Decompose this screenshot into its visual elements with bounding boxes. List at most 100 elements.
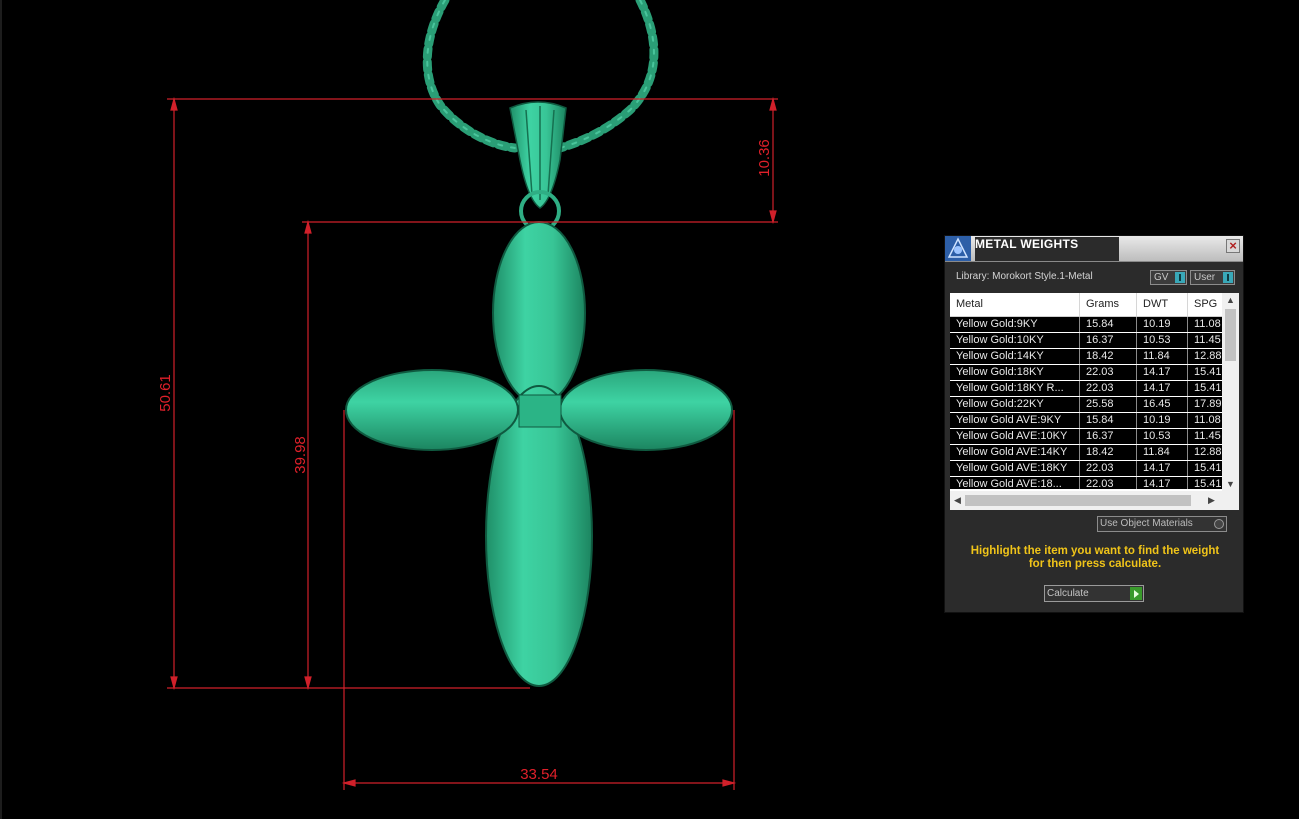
scroll-down-icon[interactable]: ▼ bbox=[1226, 479, 1235, 489]
instruction-text: Highlight the item you want to find the … bbox=[955, 545, 1235, 571]
cell-metal: Yellow Gold:9KY bbox=[950, 317, 1080, 332]
column-header-dwt[interactable]: DWT bbox=[1137, 293, 1188, 316]
table-row[interactable]: Yellow Gold:18KY R... 22.03 14.17 15.41 bbox=[950, 381, 1222, 396]
panel-titlebar[interactable]: METAL WEIGHTS × bbox=[945, 236, 1243, 262]
petal-left bbox=[345, 369, 519, 451]
radio-icon bbox=[1214, 519, 1224, 529]
cell-metal: Yellow Gold AVE:9KY bbox=[950, 413, 1080, 428]
use-object-materials-toggle[interactable]: Use Object Materials bbox=[1097, 516, 1227, 532]
cross-center bbox=[518, 394, 562, 428]
cell-metal: Yellow Gold:22KY bbox=[950, 397, 1080, 412]
cell-dwt: 10.53 bbox=[1137, 333, 1188, 348]
cell-dwt: 11.84 bbox=[1137, 349, 1188, 364]
cell-dwt: 14.17 bbox=[1137, 477, 1188, 489]
dimension-total-height: 50.61 bbox=[157, 374, 174, 412]
scroll-thumb[interactable] bbox=[1225, 309, 1236, 361]
cell-metal: Yellow Gold:18KY R... bbox=[950, 381, 1080, 396]
cell-metal: Yellow Gold AVE:18KY bbox=[950, 461, 1080, 476]
cell-spg: 11.45 bbox=[1194, 430, 1221, 442]
close-icon[interactable]: × bbox=[1226, 239, 1240, 253]
column-header-spg[interactable]: SPG bbox=[1188, 293, 1222, 316]
table-row[interactable]: Yellow Gold:10KY 16.37 10.53 11.45 bbox=[950, 333, 1222, 348]
cell-grams: 15.84 bbox=[1080, 413, 1137, 428]
dimension-body-height: 39.98 bbox=[292, 436, 309, 474]
table-body: Yellow Gold:9KY 15.84 10.19 11.08 Yellow Go… bbox=[950, 317, 1222, 489]
cell-spg: 15.41 bbox=[1194, 478, 1222, 489]
horizontal-scrollbar[interactable]: ◀ ▶ bbox=[950, 491, 1239, 510]
cell-spg: 11.45 bbox=[1194, 334, 1221, 346]
cell-spg: 11.08 bbox=[1194, 318, 1221, 330]
table-row[interactable]: Yellow Gold AVE:10KY 16.37 10.53 11.45 bbox=[950, 429, 1222, 444]
cell-dwt: 16.45 bbox=[1137, 397, 1188, 412]
cell-grams: 22.03 bbox=[1080, 381, 1137, 396]
table-row[interactable]: Yellow Gold AVE:18... 22.03 14.17 15.41 bbox=[950, 477, 1222, 489]
cell-metal: Yellow Gold AVE:18... bbox=[950, 477, 1080, 489]
instruction-line-2: for then press calculate. bbox=[1028, 558, 1162, 570]
cell-spg: 12.88 bbox=[1194, 350, 1222, 362]
table-row[interactable]: Yellow Gold:18KY 22.03 14.17 15.41 bbox=[950, 365, 1222, 380]
cell-grams: 16.37 bbox=[1080, 429, 1137, 444]
gv-toggle[interactable]: GV bbox=[1150, 270, 1187, 285]
library-label: Library: Morokort Style.1-Metal bbox=[956, 271, 1093, 282]
cell-spg: 15.41 bbox=[1194, 366, 1222, 378]
cell-dwt: 14.17 bbox=[1137, 365, 1188, 380]
table-row[interactable]: Yellow Gold AVE:18KY 22.03 14.17 15.41 bbox=[950, 461, 1222, 476]
cell-grams: 25.58 bbox=[1080, 397, 1137, 412]
cell-spg: 17.89 bbox=[1194, 398, 1222, 410]
use-object-materials-label: Use Object Materials bbox=[1100, 518, 1193, 529]
petal-right bbox=[559, 369, 733, 451]
toggle-switch-icon bbox=[1175, 272, 1185, 283]
play-icon bbox=[1130, 587, 1142, 600]
toggle-switch-icon bbox=[1223, 272, 1233, 283]
calculate-button[interactable]: Calculate bbox=[1044, 585, 1144, 602]
cell-dwt: 11.84 bbox=[1137, 445, 1188, 460]
cell-spg: 15.41 bbox=[1194, 382, 1222, 394]
cell-metal: Yellow Gold AVE:14KY bbox=[950, 445, 1080, 460]
cell-spg: 11.08 bbox=[1194, 414, 1221, 426]
app-logo-icon bbox=[945, 236, 971, 261]
table-row[interactable]: Yellow Gold AVE:9KY 15.84 10.19 11.08 bbox=[950, 413, 1222, 428]
column-header-metal[interactable]: Metal bbox=[950, 293, 1080, 316]
cell-grams: 18.42 bbox=[1080, 349, 1137, 364]
table-header: Metal Grams DWT SPG bbox=[950, 293, 1222, 317]
gv-toggle-label: GV bbox=[1154, 272, 1169, 283]
cell-dwt: 14.17 bbox=[1137, 461, 1188, 476]
scroll-thumb[interactable] bbox=[965, 495, 1191, 506]
cell-grams: 22.03 bbox=[1080, 461, 1137, 476]
dimension-width: 33.54 bbox=[520, 766, 558, 783]
cell-spg: 12.88 bbox=[1194, 446, 1222, 458]
instruction-line-1: Highlight the item you want to find the … bbox=[970, 545, 1220, 557]
cell-metal: Yellow Gold AVE:10KY bbox=[950, 429, 1080, 444]
scroll-up-icon[interactable]: ▲ bbox=[1226, 295, 1235, 305]
petal-top bbox=[492, 221, 586, 405]
cell-metal: Yellow Gold:10KY bbox=[950, 333, 1080, 348]
cell-grams: 18.42 bbox=[1080, 445, 1137, 460]
user-toggle-label: User bbox=[1194, 272, 1216, 283]
cell-grams: 22.03 bbox=[1080, 365, 1137, 380]
cell-dwt: 14.17 bbox=[1137, 381, 1188, 396]
table-row[interactable]: Yellow Gold:9KY 15.84 10.19 11.08 bbox=[950, 317, 1222, 332]
cell-grams: 22.03 bbox=[1080, 477, 1137, 489]
table-row[interactable]: Yellow Gold AVE:14KY 18.42 11.84 12.88 bbox=[950, 445, 1222, 460]
user-toggle[interactable]: User bbox=[1190, 270, 1235, 285]
vertical-scrollbar[interactable]: ▲ ▼ bbox=[1222, 293, 1239, 491]
scroll-left-icon[interactable]: ◀ bbox=[954, 495, 961, 506]
cell-grams: 16.37 bbox=[1080, 333, 1137, 348]
calculate-label: Calculate bbox=[1047, 588, 1089, 599]
cell-metal: Yellow Gold:14KY bbox=[950, 349, 1080, 364]
column-header-grams[interactable]: Grams bbox=[1080, 293, 1137, 316]
cell-metal: Yellow Gold:18KY bbox=[950, 365, 1080, 380]
cell-dwt: 10.19 bbox=[1137, 413, 1188, 428]
cell-dwt: 10.53 bbox=[1137, 429, 1188, 444]
bail bbox=[509, 101, 567, 232]
dimension-bail-height: 10.36 bbox=[756, 139, 773, 177]
cross-pendant bbox=[345, 221, 733, 687]
cell-dwt: 10.19 bbox=[1137, 317, 1188, 332]
table-row[interactable]: Yellow Gold:14KY 18.42 11.84 12.88 bbox=[950, 349, 1222, 364]
metal-table: Metal Grams DWT SPG Yellow Gold:9KY 15.84… bbox=[950, 293, 1239, 510]
metal-weights-panel: METAL WEIGHTS × Library: Morokort Style.… bbox=[944, 235, 1244, 613]
panel-title: METAL WEIGHTS bbox=[975, 237, 1119, 261]
cell-grams: 15.84 bbox=[1080, 317, 1137, 332]
scroll-right-icon[interactable]: ▶ bbox=[1208, 495, 1215, 506]
table-row[interactable]: Yellow Gold:22KY 25.58 16.45 17.89 bbox=[950, 397, 1222, 412]
